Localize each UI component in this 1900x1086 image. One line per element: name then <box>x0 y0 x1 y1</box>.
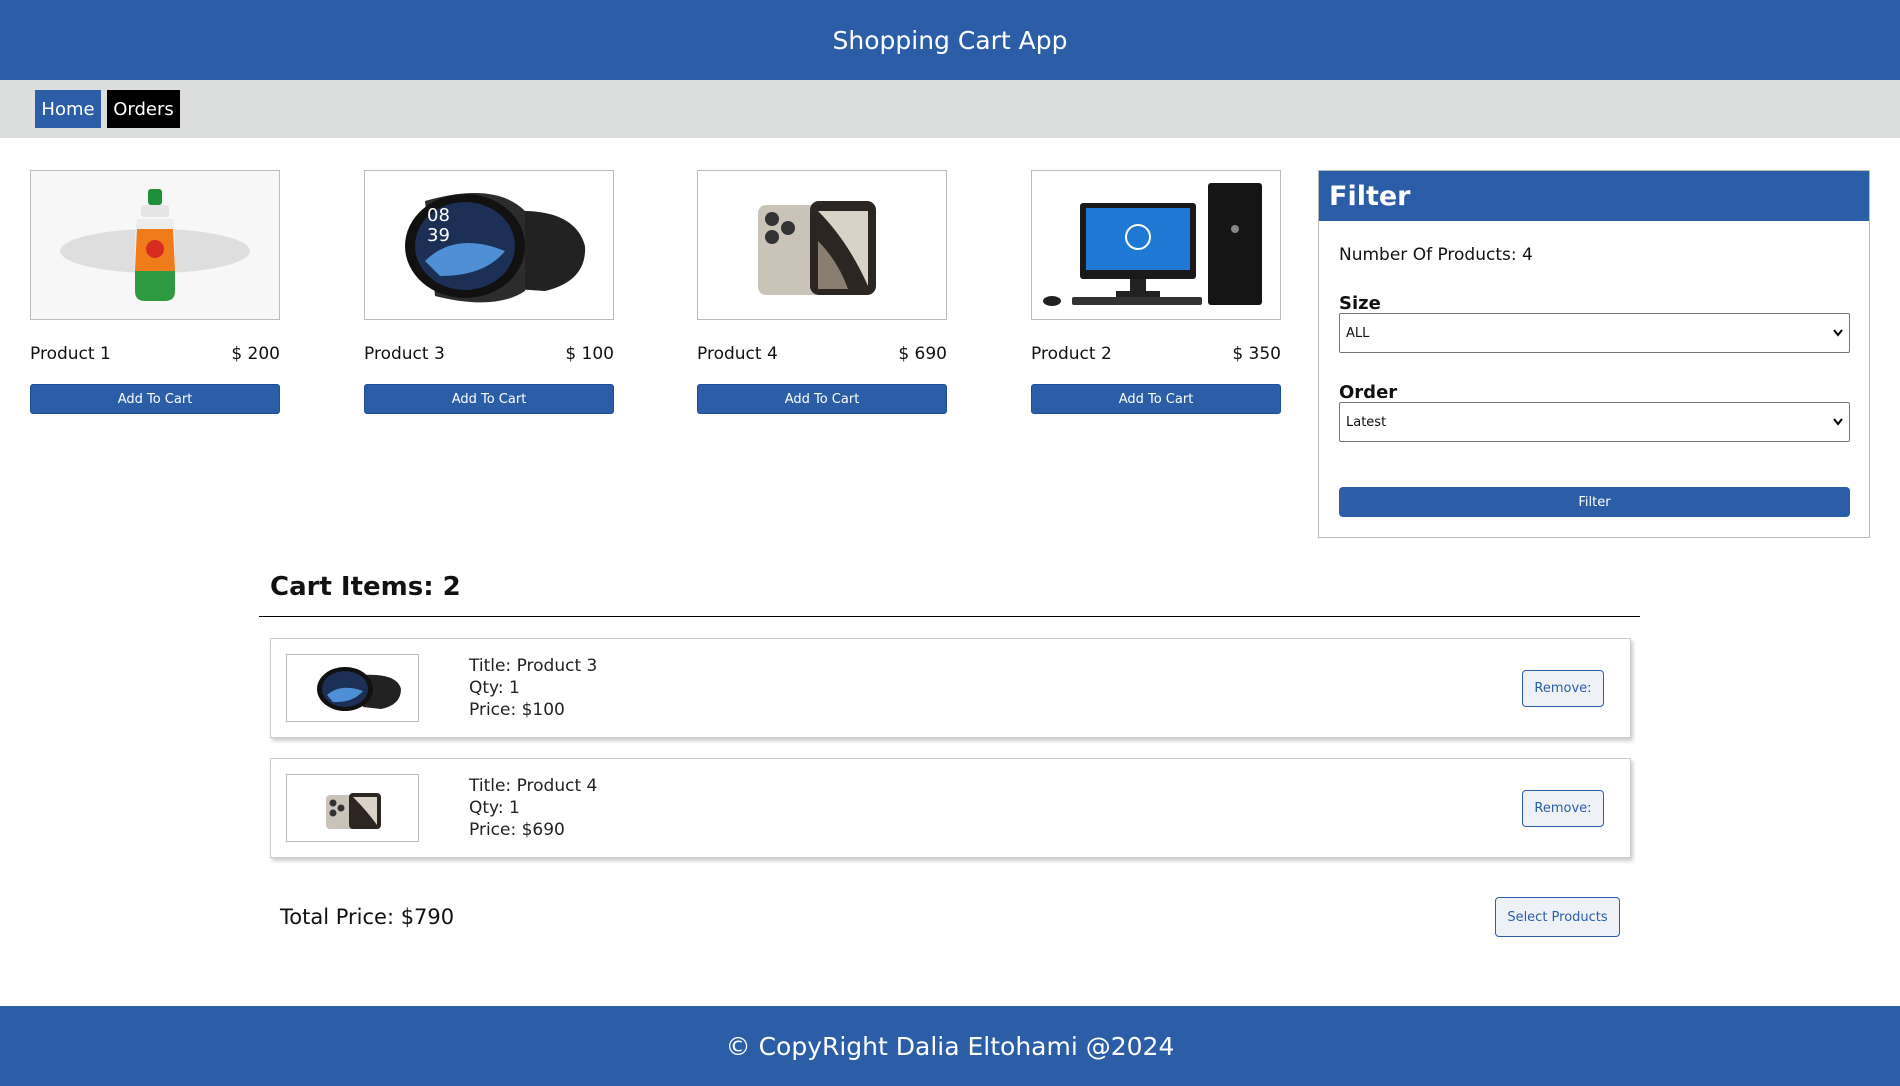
cart-item-image <box>286 774 419 842</box>
remove-button[interactable]: Remove: <box>1522 790 1604 827</box>
product-card: 08 39 Product 3 $ 100 Add To Cart <box>364 170 614 414</box>
product-card: Product 4 $ 690 Add To Cart <box>697 170 947 414</box>
cart-item: Title: Product 4 Qty: 1 Price: $690 Remo… <box>270 758 1631 858</box>
cart-title: Cart Items: 2 <box>270 572 461 602</box>
product-name: Product 1 <box>30 344 111 364</box>
product-name: Product 3 <box>364 344 445 364</box>
cart-divider <box>259 616 1640 617</box>
order-selected-value: Latest <box>1346 414 1387 430</box>
size-selected-value: ALL <box>1346 325 1370 341</box>
size-select[interactable]: ALL <box>1339 313 1850 353</box>
smartwatch-icon: 08 39 <box>365 171 613 319</box>
filter-title: Filter <box>1319 171 1869 221</box>
total-price: Total Price: $790 <box>280 905 455 929</box>
add-to-cart-button[interactable]: Add To Cart <box>697 384 947 414</box>
add-to-cart-button[interactable]: Add To Cart <box>364 384 614 414</box>
product-price: $ 690 <box>898 344 947 364</box>
chevron-down-icon <box>1833 329 1843 337</box>
product-count: Number Of Products: 4 <box>1339 245 1533 265</box>
cart-item-price: Price: $100 <box>469 700 565 720</box>
filter-panel: Filter Number Of Products: 4 Size ALL Or… <box>1318 170 1870 538</box>
cart-item-title: Title: Product 4 <box>469 776 598 796</box>
cart-item-title: Title: Product 3 <box>469 656 598 676</box>
filter-button[interactable]: Filter <box>1339 487 1850 517</box>
cart-item: Title: Product 3 Qty: 1 Price: $100 Remo… <box>270 638 1631 738</box>
cart-item-price: Price: $690 <box>469 820 565 840</box>
product-image: 08 39 <box>364 170 614 320</box>
cart-item-qty: Qty: 1 <box>469 798 520 818</box>
smartwatch-icon <box>292 657 413 719</box>
product-price: $ 200 <box>231 344 280 364</box>
product-card: Product 1 $ 200 Add To Cart <box>30 170 280 414</box>
product-image <box>30 170 280 320</box>
product-image <box>1031 170 1281 320</box>
order-select[interactable]: Latest <box>1339 402 1850 442</box>
product-image <box>697 170 947 320</box>
app-title: Shopping Cart App <box>832 25 1068 55</box>
app-header: Shopping Cart App <box>0 0 1900 80</box>
add-to-cart-button[interactable]: Add To Cart <box>1031 384 1281 414</box>
size-label: Size <box>1339 293 1381 314</box>
desktop-computer-icon <box>1032 171 1280 319</box>
smartphone-icon <box>292 777 413 839</box>
nav-home-button[interactable]: Home <box>35 90 101 128</box>
nav-orders-button[interactable]: Orders <box>107 90 180 128</box>
chevron-down-icon <box>1833 418 1843 426</box>
product-price: $ 100 <box>565 344 614 364</box>
app-footer: © CopyRight Dalia Eltohami @2024 <box>0 1006 1900 1086</box>
select-products-button[interactable]: Select Products <box>1495 897 1620 937</box>
add-to-cart-button[interactable]: Add To Cart <box>30 384 280 414</box>
svg-text:08: 08 <box>427 205 450 226</box>
svg-text:39: 39 <box>427 225 450 246</box>
product-price: $ 350 <box>1232 344 1281 364</box>
nav-bar: Home Orders <box>0 80 1900 138</box>
smartphone-icon <box>698 171 946 319</box>
product-name: Product 4 <box>697 344 778 364</box>
remove-button[interactable]: Remove: <box>1522 670 1604 707</box>
bottle-icon <box>31 171 279 319</box>
product-card: Product 2 $ 350 Add To Cart <box>1031 170 1281 414</box>
cart-item-qty: Qty: 1 <box>469 678 520 698</box>
cart-item-image <box>286 654 419 722</box>
product-name: Product 2 <box>1031 344 1112 364</box>
order-label: Order <box>1339 382 1398 403</box>
footer-copyright: © CopyRight Dalia Eltohami @2024 <box>725 1031 1175 1061</box>
